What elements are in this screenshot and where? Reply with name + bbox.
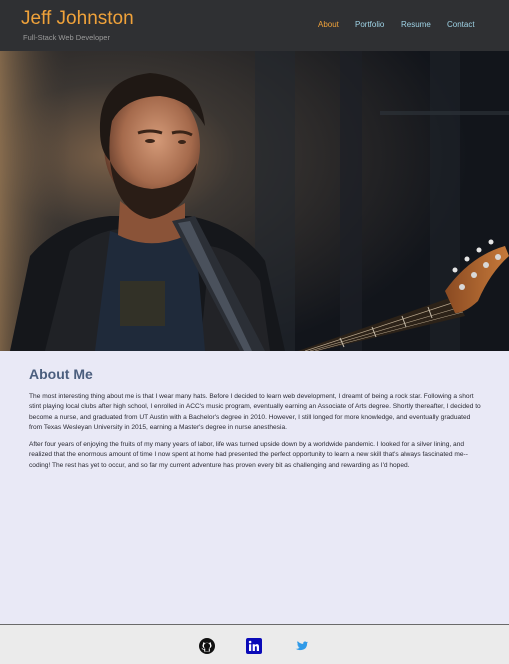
github-icon[interactable]	[199, 638, 215, 654]
hero-image	[0, 51, 509, 351]
nav-link-about[interactable]: About	[318, 20, 339, 29]
site-subtitle: Full-Stack Web Developer	[23, 33, 110, 42]
site-header: Jeff Johnston Full-Stack Web Developer A…	[0, 0, 509, 51]
linkedin-icon[interactable]	[246, 638, 262, 654]
nav-link-resume[interactable]: Resume	[401, 20, 431, 29]
hero-portrait-illustration	[0, 51, 509, 351]
nav-link-contact[interactable]: Contact	[447, 20, 475, 29]
site-footer	[0, 624, 509, 664]
main-nav: About Portfolio Resume Contact	[0, 20, 509, 32]
about-paragraph-2: After four years of enjoying the fruits …	[29, 441, 468, 469]
nav-link-portfolio[interactable]: Portfolio	[355, 20, 384, 29]
about-section: About Me The most interesting thing abou…	[29, 366, 481, 478]
twitter-icon[interactable]	[293, 638, 309, 654]
about-heading: About Me	[29, 366, 93, 382]
about-paragraph-1: The most interesting thing about me is t…	[29, 393, 481, 431]
